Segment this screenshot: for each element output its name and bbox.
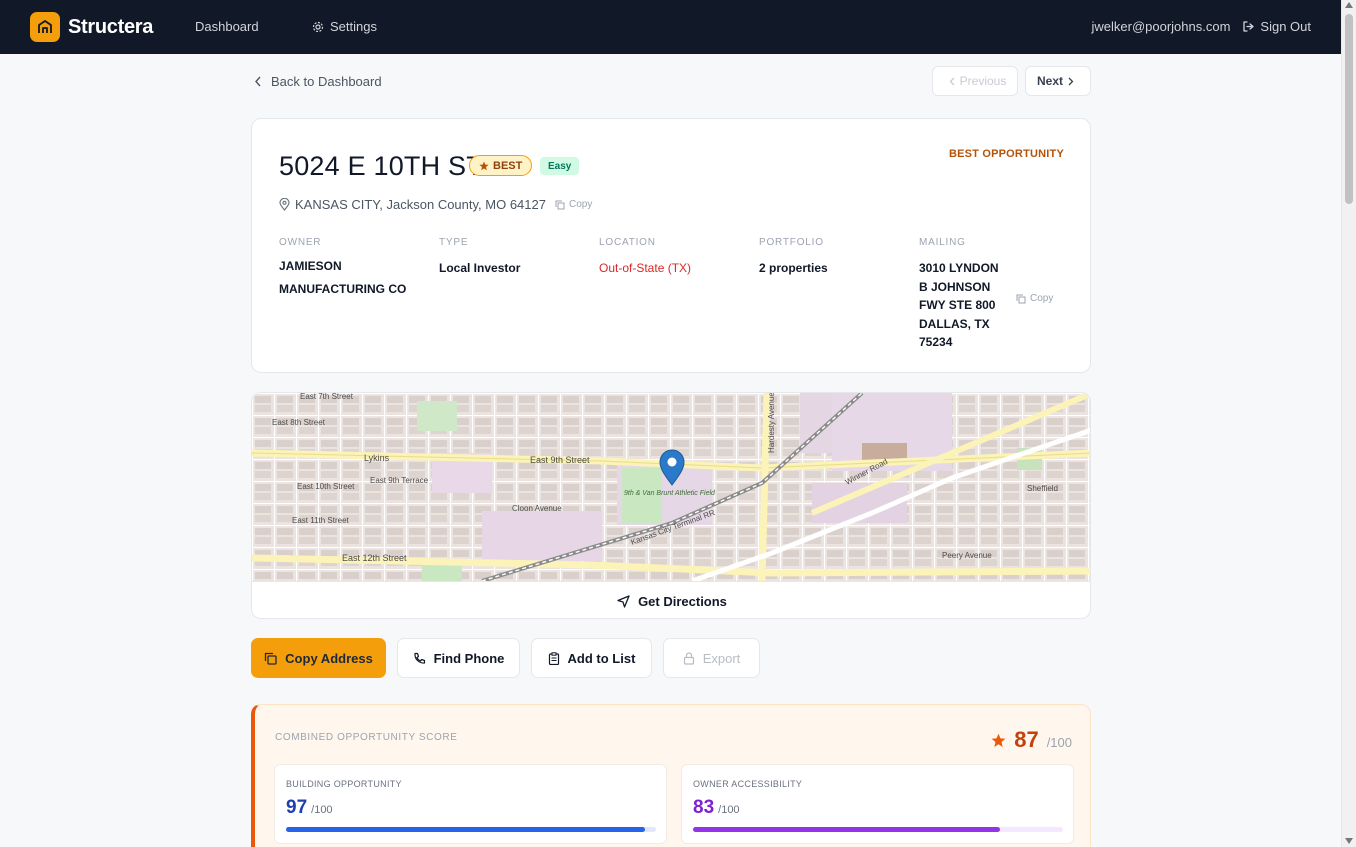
nav-dashboard[interactable]: Dashboard — [195, 19, 259, 34]
owner-type: Local Investor — [439, 261, 521, 275]
next-button[interactable]: Next — [1025, 66, 1091, 96]
user-email: jwelker@poorjohns.com — [1091, 19, 1231, 34]
add-to-list-button[interactable]: Add to List — [531, 638, 652, 678]
building-opportunity-score: BUILDING OPPORTUNITY 97 /100 — [274, 764, 667, 844]
lock-icon — [683, 651, 694, 665]
sign-out-icon — [1243, 21, 1255, 32]
property-address: 5024 E 10TH ST — [279, 151, 483, 181]
find-phone-button[interactable]: Find Phone — [397, 638, 520, 678]
best-badge: BEST — [469, 155, 533, 176]
star-icon — [991, 733, 1006, 747]
map-label-field: 9th & Van Brunt Athletic Field — [624, 490, 716, 497]
map-label-cloon: Cloon Avenue — [512, 504, 562, 513]
location-line: KANSAS CITY, Jackson County, MO 64127 — [279, 197, 546, 212]
export-button[interactable]: Export — [663, 638, 760, 678]
top-nav: Structera Dashboard Settings jwelker@poo… — [0, 0, 1341, 54]
map-label-lykins: Lykins — [364, 453, 390, 463]
building-score-bar — [286, 827, 656, 832]
owner-accessibility-score: OWNER ACCESSIBILITY 83 /100 — [681, 764, 1074, 844]
copy-address-button[interactable]: Copy Address — [251, 638, 386, 678]
clipboard-icon — [548, 651, 559, 665]
map-label-hardesty: Hardesty Avenue — [767, 393, 776, 453]
owner-field: OWNER JAMIESON MANUFACTURING CO — [279, 237, 419, 301]
map-label-e11th: East 11th Street — [292, 516, 350, 525]
chevron-left-icon — [949, 77, 955, 85]
scroll-thumb[interactable] — [1345, 14, 1353, 204]
brand-name: Structera — [68, 15, 154, 38]
phone-icon — [414, 652, 425, 664]
page-scrollbar[interactable] — [1341, 0, 1356, 847]
nav-settings[interactable]: Settings — [312, 19, 377, 34]
map-label-e8th: East 8th Street — [272, 418, 326, 427]
map-label-e9th-ter: East 9th Terrace — [370, 476, 429, 485]
map-label-sheffield: Sheffield — [1027, 484, 1058, 493]
copy-icon — [1016, 294, 1026, 303]
map-label-e10th: East 10th Street — [297, 482, 355, 491]
combined-score: 87 /100 — [991, 727, 1072, 753]
property-card: 5024 E 10TH ST BEST Easy BEST OPPORTUNIT… — [251, 118, 1091, 373]
copy-mailing-button[interactable]: Copy — [1016, 293, 1053, 304]
mailing-field: MAILING 3010 LYNDON B JOHNSON FWY STE 80… — [919, 237, 1005, 352]
property-map[interactable]: East 7th Street East 8th Street East 9th… — [252, 393, 1090, 584]
home-icon — [30, 12, 60, 42]
location-field: LOCATION Out-of-State (TX) — [599, 237, 739, 278]
star-icon — [479, 161, 489, 170]
previous-button[interactable]: Previous — [932, 66, 1018, 96]
scroll-up-icon[interactable] — [1345, 2, 1353, 8]
owner-score-bar — [693, 827, 1063, 832]
opportunity-label: BEST OPPORTUNITY — [948, 148, 1064, 160]
copy-icon — [555, 200, 565, 209]
map-label-e12th: East 12th Street — [342, 553, 407, 563]
type-field: TYPE Local Investor — [439, 237, 579, 278]
copy-location-button[interactable]: Copy — [555, 199, 592, 210]
get-directions-button[interactable]: Get Directions — [252, 581, 1090, 618]
map-label-e7th: East 7th Street — [300, 393, 354, 401]
navigation-icon — [617, 594, 630, 608]
map-pin-icon — [279, 198, 290, 211]
portfolio-count: 2 properties — [759, 261, 828, 275]
difficulty-badge: Easy — [540, 157, 580, 175]
gear-icon — [312, 21, 324, 32]
owner-location: Out-of-State (TX) — [599, 261, 692, 275]
chevron-left-icon — [255, 76, 261, 87]
portfolio-field: PORTFOLIO 2 properties — [759, 237, 899, 278]
sign-out-button[interactable]: Sign Out — [1242, 19, 1311, 34]
combined-score-label: COMBINED OPPORTUNITY SCORE — [275, 732, 458, 743]
brand-logo[interactable]: Structera — [30, 12, 153, 42]
owner-name: JAMIESON MANUFACTURING CO — [279, 259, 407, 296]
map-label-e9th: East 9th Street — [530, 455, 590, 465]
back-to-dashboard-link[interactable]: Back to Dashboard — [254, 74, 382, 89]
chevron-right-icon — [1068, 77, 1074, 85]
score-card: COMBINED OPPORTUNITY SCORE 87 /100 BUILD… — [251, 704, 1091, 847]
mailing-address: 3010 LYNDON B JOHNSON FWY STE 800 DALLAS… — [919, 261, 999, 349]
copy-icon — [265, 652, 277, 665]
map-label-peery: Peery Avenue — [942, 551, 992, 560]
scroll-down-icon[interactable] — [1345, 838, 1353, 844]
map-tiles: East 7th Street East 8th Street East 9th… — [252, 393, 1090, 584]
map-card: East 7th Street East 8th Street East 9th… — [251, 392, 1091, 619]
